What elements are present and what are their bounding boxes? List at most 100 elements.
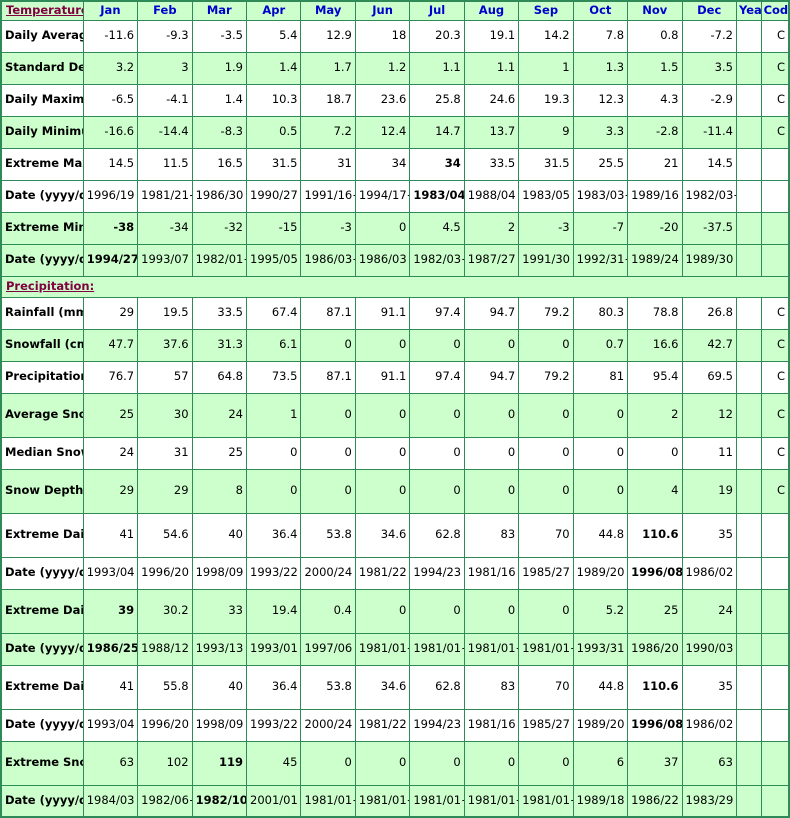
data-cell: 1994/17+ xyxy=(354,179,411,213)
data-cell: 12.4 xyxy=(354,115,411,149)
data-cell: 1982/03+ xyxy=(409,243,465,277)
data-cell: 87.1 xyxy=(300,296,356,330)
data-cell: 13.7 xyxy=(463,115,520,149)
data-cell: -8.3 xyxy=(191,115,248,149)
table-row: Date (yyyy/dd)1984/031982/06+1982/10+200… xyxy=(0,784,790,818)
column-header-jan: Jan xyxy=(82,0,139,21)
data-cell: 9 xyxy=(518,115,574,149)
data-cell: 1981/01+ xyxy=(300,784,356,818)
data-cell: 1986/02 xyxy=(681,708,737,742)
table-row: Daily Maximum (°C)-6.5-4.11.410.318.723.… xyxy=(0,83,790,117)
table-row: Extreme Daily Snowfall (cm)3930.23319.40… xyxy=(0,588,790,634)
data-cell: 1986/25 xyxy=(82,632,139,666)
table-row: Extreme Daily Rainfall (mm)4154.64036.45… xyxy=(0,512,790,558)
column-header-jun: Jun xyxy=(354,0,411,21)
data-cell: 35 xyxy=(681,664,737,710)
data-cell: 1990/03 xyxy=(681,632,737,666)
data-cell: 1981/01+ xyxy=(518,784,574,818)
data-cell: 95.4 xyxy=(627,360,683,394)
table-row: Median Snow Depth (cm)2431250000000011C xyxy=(0,436,790,470)
data-cell: 70 xyxy=(518,512,574,558)
row-label: Snow Depth at Month-end (cm) xyxy=(0,468,84,514)
table-row: Date (yyyy/dd)1993/041996/201998/091993/… xyxy=(0,556,790,590)
row-label: Daily Maximum (°C) xyxy=(0,83,84,117)
data-cell: 0 xyxy=(409,468,465,514)
data-cell: -3.5 xyxy=(191,19,248,53)
data-cell: 0 xyxy=(409,740,465,786)
data-cell: -34 xyxy=(137,211,193,245)
table-row: Average Snow Depth (cm)2530241000000212C xyxy=(0,392,790,438)
data-cell: 44.8 xyxy=(572,512,629,558)
table-header-row: Temperature:JanFebMarAprMayJunJulAugSepO… xyxy=(0,0,790,21)
data-cell: 1989/20 xyxy=(572,556,629,590)
data-cell: 1981/01+ xyxy=(409,784,465,818)
data-cell: 87.1 xyxy=(300,360,356,394)
data-cell: 0.5 xyxy=(245,115,302,149)
data-cell: 34 xyxy=(409,147,465,181)
data-cell: 1989/20 xyxy=(572,708,629,742)
data-cell: 34 xyxy=(354,147,411,181)
data-cell: 36.4 xyxy=(245,512,302,558)
column-header-dec: Dec xyxy=(681,0,737,21)
data-cell: 69.5 xyxy=(681,360,737,394)
year-cell xyxy=(735,296,762,330)
data-cell: 19 xyxy=(681,468,737,514)
row-label: Average Snow Depth (cm) xyxy=(0,392,84,438)
data-cell: 0 xyxy=(572,436,629,470)
code-cell xyxy=(760,211,790,245)
data-cell: 24 xyxy=(681,588,737,634)
data-cell: -15 xyxy=(245,211,302,245)
data-cell: 5.2 xyxy=(572,588,629,634)
data-cell: 1981/01+ xyxy=(518,632,574,666)
data-cell: 2 xyxy=(627,392,683,438)
data-cell: -2.8 xyxy=(627,115,683,149)
data-cell: 1.5 xyxy=(627,51,683,85)
data-cell: -9.3 xyxy=(137,19,193,53)
data-cell: 0 xyxy=(300,392,356,438)
year-cell xyxy=(735,740,762,786)
section-header-precipitation: Precipitation: xyxy=(0,275,790,298)
data-cell: 0 xyxy=(409,328,465,362)
year-cell xyxy=(735,436,762,470)
data-cell: 0 xyxy=(409,436,465,470)
data-cell: 1982/06+ xyxy=(137,784,193,818)
data-cell: 1998/09 xyxy=(191,708,248,742)
code-cell: C xyxy=(760,436,790,470)
data-cell: 0 xyxy=(518,436,574,470)
data-cell: 36.4 xyxy=(245,664,302,710)
data-cell: 31 xyxy=(300,147,356,181)
data-cell: 0 xyxy=(572,392,629,438)
data-cell: 5.4 xyxy=(245,19,302,53)
row-label: Median Snow Depth (cm) xyxy=(0,436,84,470)
data-cell: 94.7 xyxy=(463,296,520,330)
data-cell: 1.3 xyxy=(572,51,629,85)
data-cell: 3 xyxy=(137,51,193,85)
data-cell: 1996/20 xyxy=(137,556,193,590)
data-cell: 34.6 xyxy=(354,664,411,710)
data-cell: 0 xyxy=(518,588,574,634)
row-label: Date (yyyy/dd) xyxy=(0,708,84,742)
data-cell: 12.9 xyxy=(300,19,356,53)
table-row: Date (yyyy/dd)1993/041996/201998/091993/… xyxy=(0,708,790,742)
data-cell: 78.8 xyxy=(627,296,683,330)
data-cell: 1981/01+ xyxy=(354,632,411,666)
data-cell: 14.5 xyxy=(82,147,139,181)
data-cell: 14.5 xyxy=(681,147,737,181)
data-cell: 6 xyxy=(572,740,629,786)
row-label: Extreme Minimum (°C) xyxy=(0,211,84,245)
table-row: Extreme Snow Depth (cm)63102119450000063… xyxy=(0,740,790,786)
row-label: Date (yyyy/dd) xyxy=(0,632,84,666)
code-cell xyxy=(760,147,790,181)
data-cell: 1993/22 xyxy=(245,708,302,742)
data-cell: 1994/23 xyxy=(409,556,465,590)
data-cell: 31 xyxy=(137,436,193,470)
data-cell: 0.7 xyxy=(572,328,629,362)
data-cell: 1982/10+ xyxy=(191,784,248,818)
code-cell xyxy=(760,784,790,818)
data-cell: 39 xyxy=(82,588,139,634)
column-header-oct: Oct xyxy=(572,0,629,21)
data-cell: 1996/20 xyxy=(137,708,193,742)
data-cell: 0 xyxy=(463,392,520,438)
data-cell: 1991/16+ xyxy=(300,179,356,213)
data-cell: 1981/22 xyxy=(354,556,411,590)
